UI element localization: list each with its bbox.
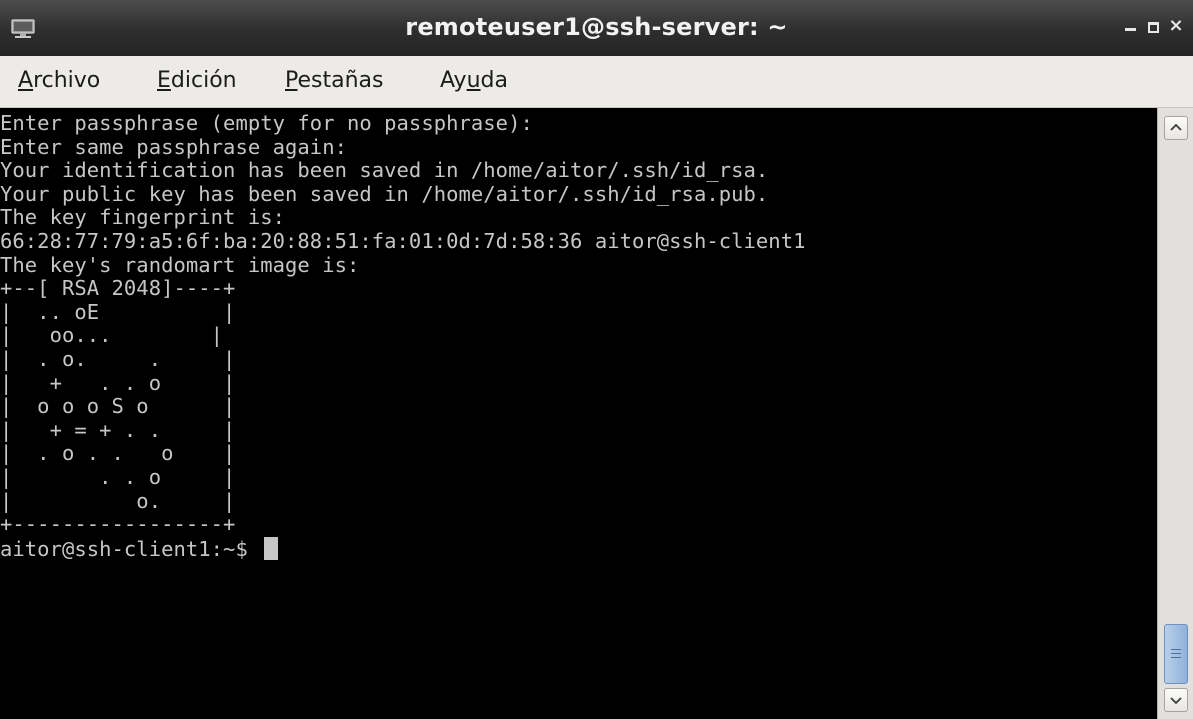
- close-button[interactable]: ×: [1164, 14, 1188, 38]
- menu-edicion-mnemonic: E: [157, 68, 171, 93]
- menu-pestanas-label: estañas: [297, 68, 384, 93]
- scroll-up-button[interactable]: [1164, 116, 1188, 140]
- menu-archivo-mnemonic: A: [18, 68, 34, 93]
- terminal-line: The key fingerprint is:: [0, 205, 286, 230]
- terminal-lines: Enter passphrase (empty for no passphras…: [0, 111, 806, 561]
- terminal-line: Your public key has been saved in /home/…: [0, 181, 769, 206]
- terminal-line: +--[ RSA 2048]----+: [0, 276, 236, 301]
- grip-icon: [1171, 649, 1181, 650]
- text-cursor: [264, 536, 279, 560]
- menu-edicion-label: dición: [170, 68, 237, 93]
- terminal-line: | . o . . o |: [0, 441, 236, 466]
- terminal-line: | o o o S o |: [0, 394, 236, 419]
- shell-prompt: aitor@ssh-client1:~$: [0, 536, 261, 561]
- grip-icon: [1171, 653, 1181, 654]
- terminal-line: | + . . o |: [0, 370, 236, 395]
- terminal-line: | + = + . . |: [0, 417, 236, 442]
- arrow-up-icon: [1170, 123, 1182, 131]
- menu-ayuda-label-pre: Ay: [440, 68, 467, 93]
- scroll-down-button[interactable]: [1164, 688, 1188, 712]
- menu-archivo-label: rchivo: [33, 68, 101, 93]
- terminal-line: Enter same passphrase again:: [0, 134, 347, 159]
- maximize-button[interactable]: [1141, 14, 1165, 38]
- menu-ayuda-mnemonic: u: [466, 68, 481, 93]
- window-title: remoteuser1@ssh-server: ~: [405, 13, 788, 41]
- menu-ayuda[interactable]: Ayuda: [440, 68, 508, 93]
- terminal-output[interactable]: Enter passphrase (empty for no passphras…: [0, 108, 1157, 719]
- menu-pestanas[interactable]: Pestañas: [285, 68, 383, 93]
- scroll-thumb[interactable]: [1164, 624, 1188, 684]
- menu-pestanas-mnemonic: P: [285, 68, 298, 93]
- menu-ayuda-label: da: [480, 68, 508, 93]
- terminal-line: | oo... |: [0, 323, 224, 348]
- terminal-line: Your identification has been saved in /h…: [0, 158, 769, 183]
- terminal-line: | . o. . |: [0, 346, 236, 371]
- menu-archivo[interactable]: Archivo: [18, 68, 100, 93]
- close-icon: ×: [1168, 15, 1184, 36]
- terminal-line: The key's randomart image is:: [0, 252, 360, 277]
- terminal-window: remoteuser1@ssh-server: ~ × Archivo Edic…: [0, 0, 1193, 719]
- menu-bar: Archivo Edición Pestañas Ayuda: [0, 56, 1193, 108]
- minimize-button[interactable]: [1118, 14, 1142, 38]
- terminal-line: | . . o |: [0, 464, 236, 489]
- title-bar[interactable]: remoteuser1@ssh-server: ~ ×: [0, 0, 1193, 56]
- minimize-icon: [1125, 28, 1136, 31]
- terminal-line: +-----------------+: [0, 512, 236, 537]
- terminal-prompt-line[interactable]: aitor@ssh-client1:~$: [0, 536, 805, 561]
- maximize-icon: [1148, 22, 1159, 33]
- grip-icon: [1171, 657, 1181, 658]
- arrow-down-icon: [1170, 697, 1182, 705]
- terminal-line: 66:28:77:79:a5:6f:ba:20:88:51:fa:01:0d:7…: [0, 228, 806, 253]
- terminal-line: | .. oE |: [0, 299, 236, 324]
- terminal-line: Enter passphrase (empty for no passphras…: [0, 111, 533, 135]
- menu-edicion[interactable]: Edición: [157, 68, 237, 93]
- terminal-line: | o. |: [0, 488, 236, 513]
- vertical-scrollbar[interactable]: [1157, 108, 1193, 719]
